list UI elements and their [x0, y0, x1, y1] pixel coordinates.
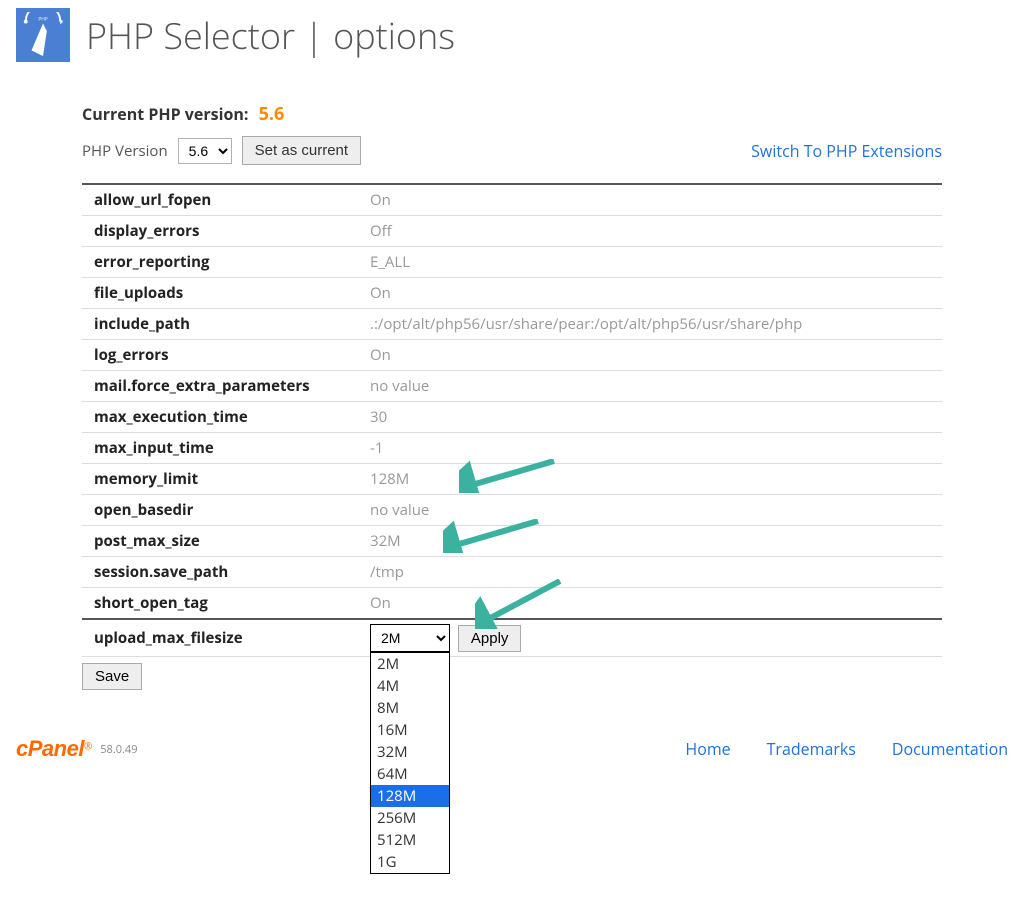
- dropdown-option[interactable]: 1G: [371, 851, 449, 873]
- option-value[interactable]: no value: [362, 495, 942, 526]
- table-row: post_max_size32M: [82, 526, 942, 557]
- set-as-current-button[interactable]: Set as current: [242, 136, 361, 165]
- table-row: short_open_tagOn: [82, 588, 942, 620]
- dropdown-option[interactable]: 32M: [371, 741, 449, 763]
- option-key: max_execution_time: [82, 402, 362, 433]
- dropdown-option[interactable]: 2M: [371, 653, 449, 675]
- save-button[interactable]: Save: [82, 663, 142, 690]
- page-footer: cPanel® 58.0.49 Home Trademarks Document…: [0, 690, 1024, 772]
- option-key: memory_limit: [82, 464, 362, 495]
- upload-max-filesize-select[interactable]: 2M: [370, 624, 450, 652]
- footer-links: Home Trademarks Documentation: [685, 738, 1008, 760]
- footer-link-home[interactable]: Home: [685, 738, 730, 760]
- option-value[interactable]: -1: [362, 433, 942, 464]
- option-key: log_errors: [82, 340, 362, 371]
- table-row: allow_url_fopenOn: [82, 184, 942, 216]
- dropdown-option[interactable]: 4M: [371, 675, 449, 697]
- option-value[interactable]: .:/opt/alt/php56/usr/share/pear:/opt/alt…: [362, 309, 942, 340]
- php-version-label: PHP Version: [82, 141, 168, 161]
- option-key: allow_url_fopen: [82, 184, 362, 216]
- option-value[interactable]: On: [362, 588, 942, 620]
- cpanel-logo: cPanel®: [16, 736, 92, 762]
- option-key: mail.force_extra_parameters: [82, 371, 362, 402]
- option-value[interactable]: Off: [362, 216, 942, 247]
- table-row: max_input_time-1: [82, 433, 942, 464]
- dropdown-option[interactable]: 512M: [371, 829, 449, 851]
- option-value[interactable]: On: [362, 184, 942, 216]
- option-value[interactable]: no value: [362, 371, 942, 402]
- option-value[interactable]: /tmp: [362, 557, 942, 588]
- cpanel-version: 58.0.49: [100, 742, 137, 757]
- table-row: include_path.:/opt/alt/php56/usr/share/p…: [82, 309, 942, 340]
- footer-link-trademarks[interactable]: Trademarks: [767, 738, 856, 760]
- table-row: memory_limit128M: [82, 464, 942, 495]
- upload-max-filesize-dropdown[interactable]: 2M4M8M16M32M64M128M256M512M1G: [370, 652, 450, 874]
- option-value[interactable]: On: [362, 340, 942, 371]
- option-key: session.save_path: [82, 557, 362, 588]
- php-options-table: allow_url_fopenOndisplay_errorsOfferror_…: [82, 183, 942, 657]
- option-key: include_path: [82, 309, 362, 340]
- table-row: mail.force_extra_parametersno value: [82, 371, 942, 402]
- option-key: max_input_time: [82, 433, 362, 464]
- page-title: PHP Selector | options: [86, 11, 455, 60]
- current-php-version: Current PHP version: 5.6: [82, 102, 942, 126]
- php-selector-icon: PHP: [16, 8, 70, 62]
- page-header: PHP PHP Selector | options: [0, 0, 1024, 70]
- table-row-upload-max-filesize: upload_max_filesize 2M 2M4M8M16M32M64M12…: [82, 619, 942, 657]
- table-row: display_errorsOff: [82, 216, 942, 247]
- option-key: file_uploads: [82, 278, 362, 309]
- dropdown-option[interactable]: 16M: [371, 719, 449, 741]
- dropdown-option[interactable]: 64M: [371, 763, 449, 785]
- table-row: log_errorsOn: [82, 340, 942, 371]
- table-row: open_basedirno value: [82, 495, 942, 526]
- option-key: display_errors: [82, 216, 362, 247]
- dropdown-option[interactable]: 128M: [371, 785, 449, 807]
- version-row: PHP Version 5.6 Set as current Switch To…: [82, 136, 942, 165]
- option-value[interactable]: On: [362, 278, 942, 309]
- table-row: file_uploadsOn: [82, 278, 942, 309]
- table-row: error_reportingE_ALL: [82, 247, 942, 278]
- option-key: upload_max_filesize: [82, 619, 362, 657]
- dropdown-option[interactable]: 256M: [371, 807, 449, 829]
- footer-link-documentation[interactable]: Documentation: [892, 738, 1008, 760]
- option-key: error_reporting: [82, 247, 362, 278]
- svg-text:PHP: PHP: [38, 17, 47, 23]
- option-key: open_basedir: [82, 495, 362, 526]
- apply-button[interactable]: Apply: [458, 625, 522, 652]
- dropdown-option[interactable]: 8M: [371, 697, 449, 719]
- current-version-label: Current PHP version:: [82, 103, 248, 125]
- option-value[interactable]: E_ALL: [362, 247, 942, 278]
- switch-to-extensions-link[interactable]: Switch To PHP Extensions: [751, 140, 942, 162]
- option-key: short_open_tag: [82, 588, 362, 620]
- option-value[interactable]: 30: [362, 402, 942, 433]
- option-value[interactable]: 128M: [362, 464, 942, 495]
- option-key: post_max_size: [82, 526, 362, 557]
- table-row: max_execution_time30: [82, 402, 942, 433]
- php-version-select[interactable]: 5.6: [178, 138, 232, 164]
- current-version-value: 5.6: [259, 102, 285, 126]
- table-row: session.save_path/tmp: [82, 557, 942, 588]
- option-value[interactable]: 32M: [362, 526, 942, 557]
